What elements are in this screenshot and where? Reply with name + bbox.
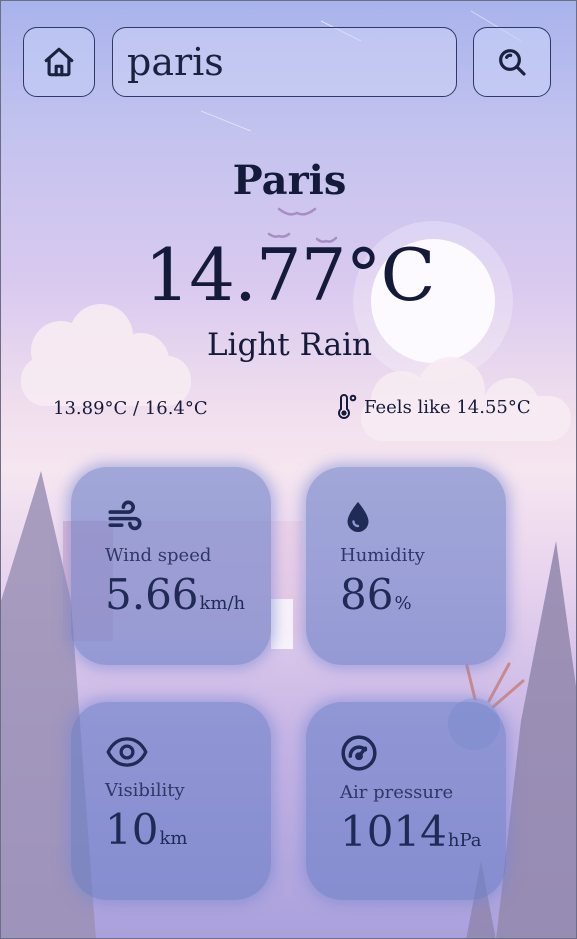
weather-app: Paris 14.77°C Light Rain 13.89°C / 16.4°… bbox=[0, 0, 577, 939]
visibility-value: 10 bbox=[105, 805, 159, 854]
current-temperature: 14.77°C bbox=[144, 233, 435, 317]
air-pressure-value: 1014 bbox=[340, 807, 447, 856]
home-button[interactable] bbox=[23, 27, 95, 97]
search-icon bbox=[499, 49, 526, 76]
air-pressure-card: Air pressure 1014hPa bbox=[306, 702, 506, 900]
droplet-icon bbox=[347, 502, 369, 532]
min-max-temperature: 13.89°C / 16.4°C bbox=[53, 398, 208, 419]
visibility-label: Visibility bbox=[105, 780, 185, 801]
humidity-label: Humidity bbox=[340, 545, 425, 566]
feels-like: Feels like 14.55°C bbox=[334, 394, 531, 420]
humidity-value: 86 bbox=[340, 570, 394, 619]
search-input[interactable] bbox=[112, 27, 457, 97]
wind-icon bbox=[108, 500, 142, 531]
weather-condition: Light Rain bbox=[206, 327, 373, 363]
air-pressure-value-row: 1014hPa bbox=[340, 811, 506, 853]
feels-like-text: Feels like 14.55°C bbox=[364, 396, 531, 418]
gauge-icon bbox=[341, 735, 377, 771]
wind-speed-value-row: 5.66km/h bbox=[105, 574, 271, 616]
city-name: Paris bbox=[232, 157, 347, 204]
eye-icon bbox=[106, 737, 148, 767]
air-pressure-label: Air pressure bbox=[340, 782, 454, 803]
wind-speed-label: Wind speed bbox=[105, 545, 212, 566]
wind-speed-value: 5.66 bbox=[105, 570, 199, 619]
wind-speed-card: Wind speed 5.66km/h bbox=[71, 467, 271, 665]
top-bar bbox=[23, 27, 551, 97]
air-pressure-unit: hPa bbox=[447, 830, 482, 851]
visibility-value-row: 10km bbox=[105, 809, 271, 851]
home-icon bbox=[44, 47, 74, 77]
search-button[interactable] bbox=[473, 27, 551, 97]
thermometer-icon bbox=[338, 394, 357, 419]
visibility-card: Visibility 10km bbox=[71, 702, 271, 900]
humidity-unit: % bbox=[394, 593, 412, 614]
humidity-value-row: 86% bbox=[340, 574, 506, 616]
visibility-unit: km bbox=[159, 828, 188, 849]
wind-speed-unit: km/h bbox=[199, 593, 246, 614]
humidity-card: Humidity 86% bbox=[306, 467, 506, 665]
